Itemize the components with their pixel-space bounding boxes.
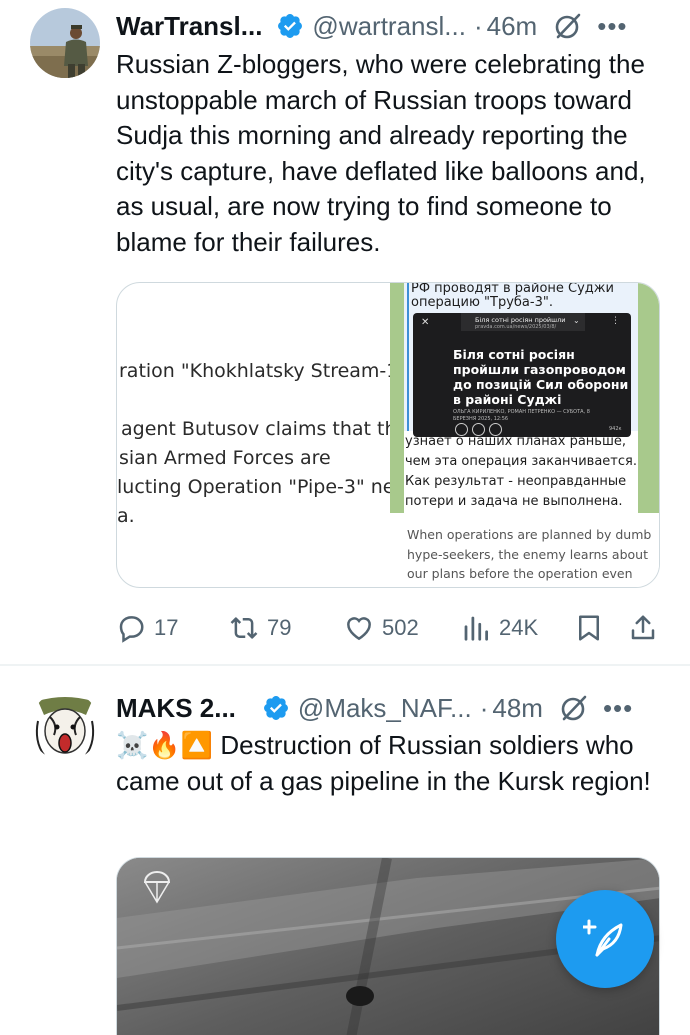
headline-line: Біля сотні росіян: [453, 347, 575, 362]
avatar[interactable]: [30, 8, 100, 78]
author-name[interactable]: MAKS 2...: [116, 693, 236, 724]
repost-icon: [230, 617, 258, 639]
chat-background: [638, 431, 659, 513]
translation-line: our plans before the operation even: [407, 566, 633, 581]
news-screenshot: ✕ Біля сотні росіян пройшли pravda.com.u…: [413, 313, 631, 437]
reply-icon: [119, 616, 144, 643]
image-text-line: lucting Operation "Pipe-3" nea: [117, 476, 407, 498]
tweet[interactable]: WarTransl... @wartransl... · 46m ••• Rus…: [0, 0, 690, 666]
bookmark-icon: [579, 615, 599, 641]
views-icon: [464, 616, 488, 641]
translation-line: hype-seekers, the enemy learns about: [407, 547, 648, 562]
tab-title: Біля сотні росіян пройшли: [475, 316, 566, 324]
author-handle[interactable]: @Maks_NAF...: [298, 693, 472, 724]
compose-post-icon: [583, 919, 623, 957]
grok-icon[interactable]: [559, 693, 589, 723]
tab-url: pravda.com.ua/news/2025/03/8/: [475, 324, 557, 330]
repost-count: 79: [267, 615, 292, 640]
chat-text-line: узнаёт о наших планах раньше,: [405, 434, 626, 449]
like-button[interactable]: 502: [344, 608, 419, 648]
tweet-media-image[interactable]: ration "Khokhlatsky Stream-1." agent But…: [116, 282, 660, 588]
action-bar: 17 79 502 24K: [116, 608, 662, 648]
separator: ·: [479, 692, 489, 723]
news-byline: ОЛЬГА КИРИЛЕНКО, РОМАН ПЕТРЕНКО — СУБОТА…: [453, 409, 590, 415]
share-icon: [631, 615, 655, 640]
avatar[interactable]: [30, 691, 100, 761]
tweet-text: ☠️🔥🔼 Destruction of Russian soldiers who…: [116, 730, 651, 796]
more-options-button[interactable]: •••: [603, 693, 633, 724]
tweet-header: WarTransl... @wartransl... · 46m •••: [116, 8, 670, 44]
more-icon: ⋮: [611, 316, 620, 326]
translation-line: When operations are planned by dumb: [407, 527, 652, 542]
like-count: 502: [382, 615, 419, 640]
share-button[interactable]: [628, 608, 666, 648]
close-icon: ✕: [421, 317, 430, 328]
bookmark-button[interactable]: [574, 608, 612, 648]
image-text-line: sian Armed Forces are: [119, 447, 331, 469]
reply-count: 17: [154, 615, 179, 640]
compose-post-button[interactable]: [556, 890, 654, 988]
timestamp[interactable]: 46m: [487, 11, 538, 42]
verified-badge-icon: [263, 696, 288, 720]
quote-bar: [407, 283, 409, 431]
chat-background: [390, 431, 404, 513]
chat-text-line: потери и задача не выполнена.: [405, 494, 623, 509]
chat-text-line: чем эта операция заканчивается.: [405, 454, 637, 469]
image-text-line: a.: [117, 505, 135, 527]
more-options-button[interactable]: •••: [597, 11, 627, 42]
tweet-text: Russian Z-bloggers, who were celebrating…: [116, 49, 653, 257]
verified-badge-icon: [278, 14, 303, 38]
view-count: 24K: [499, 615, 539, 640]
separator: ·: [473, 10, 483, 41]
headline-line: до позицій Сил оборони: [453, 377, 629, 392]
chat-text-line: Как результат - неоправданные: [405, 474, 627, 489]
news-headline: Біля сотні росіян пройшли газопроводом д…: [453, 347, 628, 407]
timestamp[interactable]: 48m: [492, 693, 543, 724]
heart-icon: [347, 617, 371, 641]
tweet-header: MAKS 2... @Maks_NAF... · 48m •••: [116, 690, 670, 726]
headline-line: пройшли газопроводом: [453, 362, 626, 377]
grok-icon[interactable]: [553, 11, 583, 41]
headline-line: в районі Суджі: [453, 392, 562, 407]
author-handle[interactable]: @wartransl...: [312, 11, 466, 42]
repost-button[interactable]: 79: [229, 608, 291, 648]
author-name[interactable]: WarTransl...: [116, 11, 262, 42]
reply-button[interactable]: 17: [116, 608, 178, 648]
chat-text-line: операцию "Труба-3".: [411, 295, 553, 310]
image-text-line: ration "Khokhlatsky Stream-1.": [119, 360, 414, 382]
views-button[interactable]: 24K: [461, 608, 538, 648]
chevron-down-icon: ⌄: [573, 316, 580, 325]
news-date: БЕРЕЗНЯ 2025, 12:56: [453, 416, 509, 422]
image-text-line: agent Butusov claims that the: [121, 418, 409, 440]
